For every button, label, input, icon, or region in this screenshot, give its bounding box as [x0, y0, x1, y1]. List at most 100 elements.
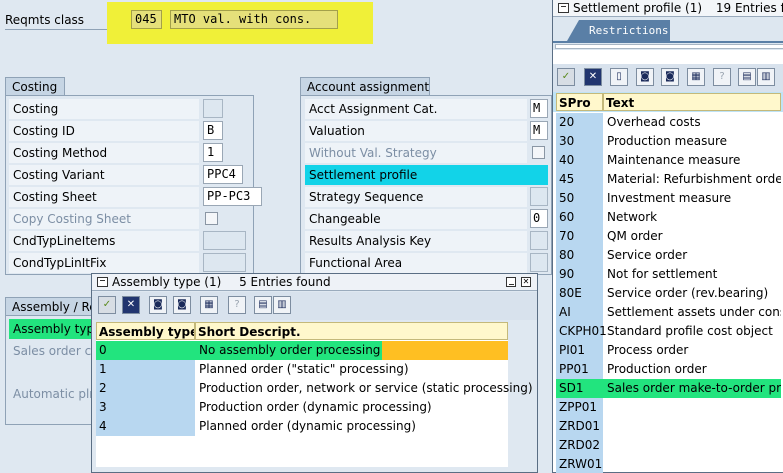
costing-field-3[interactable]: PPC4 — [203, 165, 243, 184]
settlement-row-key-11[interactable]: CKPH01 — [556, 322, 607, 341]
account-field-7[interactable] — [530, 253, 548, 272]
account-field-4[interactable] — [530, 187, 548, 206]
settlement-row-text-2[interactable]: Maintenance measure — [603, 151, 781, 170]
costing-field-6[interactable] — [203, 231, 246, 250]
assembly-row-highlight-tail — [382, 341, 508, 360]
col-header-short-descript[interactable]: Short Descript. — [195, 322, 508, 340]
settlement-row-text-12[interactable]: Process order — [603, 341, 781, 360]
assembly-row-key-2[interactable]: 2 — [96, 379, 195, 398]
cancel-icon[interactable]: ✕ — [584, 68, 602, 86]
costing-label-5: Copy Costing Sheet — [9, 209, 199, 229]
assembly-row-text-3[interactable]: Production order (dynamic processing) — [195, 398, 508, 417]
find-next-icon[interactable]: ◙ — [173, 296, 191, 314]
settlement-row-text-10[interactable]: Settlement assets under const. — [603, 303, 781, 322]
col-header-assembly-type[interactable]: Assembly type — [96, 322, 195, 340]
costing-label-6: CndTypLineItems — [9, 231, 199, 251]
settlement-row-text-17[interactable] — [603, 436, 781, 455]
costing-field-2[interactable]: 1 — [203, 143, 223, 162]
assembly-row-key-1[interactable]: 1 — [96, 360, 195, 379]
settlement-row-key-13[interactable]: PP01 — [556, 360, 603, 379]
settlement-row-text-16[interactable] — [603, 417, 781, 436]
assembly-row-key-3[interactable]: 3 — [96, 398, 195, 417]
col-header-spro[interactable]: SPro — [556, 93, 603, 111]
multi-select-icon[interactable]: ▦ — [200, 296, 218, 314]
settlement-row-key-6[interactable]: 70 — [556, 227, 603, 246]
settlement-row-text-4[interactable]: Investment measure — [603, 189, 781, 208]
layout-icon[interactable]: ▥ — [273, 296, 291, 314]
settlement-row-key-10[interactable]: AI — [556, 303, 603, 322]
settlement-row-key-15[interactable]: ZPP01 — [556, 398, 603, 417]
assembly-row-text-0[interactable]: No assembly order processing — [195, 341, 382, 360]
settlement-row-key-12[interactable]: PI01 — [556, 341, 603, 360]
layout-icon[interactable]: ▥ — [757, 68, 775, 86]
settlement-row-key-3[interactable]: 45 — [556, 170, 603, 189]
account-field-0[interactable]: M — [530, 99, 548, 118]
assembly-row-text-1[interactable]: Planned order ("static" processing) — [195, 360, 508, 379]
costing-field-7[interactable] — [203, 253, 246, 272]
print-icon[interactable]: ▤ — [254, 296, 272, 314]
settlement-row-text-5[interactable]: Network — [603, 208, 781, 227]
without-val-strategy-checkbox[interactable] — [532, 146, 545, 159]
col-header-text[interactable]: Text — [603, 93, 781, 111]
settlement-row-key-9[interactable]: 80E — [556, 284, 603, 303]
settlement-row-text-9[interactable]: Service order (rev.bearing) — [603, 284, 781, 303]
find-icon[interactable]: ◙ — [149, 296, 167, 314]
costing-field-4[interactable]: PP-PC3 — [203, 187, 262, 206]
settlement-profile-popup: Settlement profile (1) 19 Entries fou Re… — [552, 0, 783, 473]
assembly-row-key-0[interactable]: 0 — [96, 341, 195, 360]
cancel-icon[interactable]: ✕ — [122, 296, 140, 314]
costing-field-0[interactable] — [203, 99, 223, 118]
account-field-5[interactable]: 0 — [530, 209, 548, 228]
settlement-row-key-8[interactable]: 90 — [556, 265, 603, 284]
settlement-row-text-18[interactable] — [603, 455, 781, 473]
assembly-row-key-4[interactable]: 4 — [96, 417, 195, 436]
settlement-row-text-3[interactable]: Material: Refurbishment order — [603, 170, 781, 189]
settlement-row-key-14[interactable]: SD1 — [556, 379, 603, 398]
close-icon[interactable]: ✕ — [521, 277, 531, 287]
assembly-row-text-4[interactable]: Planned order (dynamic processing) — [195, 417, 508, 436]
tab-strip-line — [553, 41, 783, 43]
settlement-row-key-1[interactable]: 30 — [556, 132, 603, 151]
settlement-row-key-7[interactable]: 80 — [556, 246, 603, 265]
settlement-row-text-7[interactable]: Service order — [603, 246, 781, 265]
tab-restrictions[interactable]: Restrictions — [567, 20, 670, 41]
assembly-row-text-2[interactable]: Production order, network or service (st… — [195, 379, 533, 398]
account-group-title: Account assignment — [300, 77, 430, 95]
minimize-icon[interactable] — [506, 277, 516, 287]
settlement-row-text-15[interactable] — [603, 398, 781, 417]
settlement-row-text-11[interactable]: Standard profile cost object — [603, 322, 781, 341]
settlement-row-key-16[interactable]: ZRD01 — [556, 417, 603, 436]
settlement-row-text-6[interactable]: QM order — [603, 227, 781, 246]
settlement-row-text-0[interactable]: Overhead costs — [603, 113, 781, 132]
settlement-row-key-5[interactable]: 60 — [556, 208, 603, 227]
check-icon[interactable]: ✓ — [98, 296, 116, 314]
tab-content-field — [555, 44, 783, 49]
settlement-row-text-1[interactable]: Production measure — [603, 132, 781, 151]
popup-window-icon — [558, 3, 569, 13]
multi-select-icon[interactable]: ▦ — [687, 68, 705, 86]
reqmts-class-code[interactable]: 045 — [131, 10, 162, 29]
help-icon[interactable]: ? — [713, 68, 731, 86]
costing-label-4: Costing Sheet — [9, 187, 199, 207]
new-icon[interactable]: ▯ — [610, 68, 628, 86]
costing-label-1: Costing ID — [9, 121, 199, 141]
assembly-popup-found: 5 Entries found — [239, 275, 331, 289]
settlement-row-key-17[interactable]: ZRD02 — [556, 436, 603, 455]
find-icon[interactable]: ◙ — [636, 68, 654, 86]
help-icon[interactable]: ? — [228, 296, 246, 314]
copy-costing-sheet-checkbox[interactable] — [205, 212, 218, 225]
settlement-row-text-14[interactable]: Sales order make-to-order prod — [603, 379, 781, 398]
costing-field-1[interactable]: B — [203, 121, 223, 140]
check-icon[interactable]: ✓ — [557, 68, 575, 86]
settlement-row-key-0[interactable]: 20 — [556, 113, 603, 132]
assembly-popup-list: Assembly type Short Descript. 0 No assemb… — [96, 322, 533, 467]
settlement-row-key-4[interactable]: 50 — [556, 189, 603, 208]
find-next-icon[interactable]: ◙ — [661, 68, 679, 86]
settlement-row-text-8[interactable]: Not for settlement — [603, 265, 781, 284]
settlement-row-key-2[interactable]: 40 — [556, 151, 603, 170]
account-field-6[interactable] — [530, 231, 548, 250]
settlement-row-text-13[interactable]: Production order — [603, 360, 781, 379]
account-field-1[interactable]: M — [530, 121, 548, 140]
settlement-row-key-18[interactable]: ZRW01 — [556, 455, 603, 473]
print-icon[interactable]: ▤ — [738, 68, 756, 86]
